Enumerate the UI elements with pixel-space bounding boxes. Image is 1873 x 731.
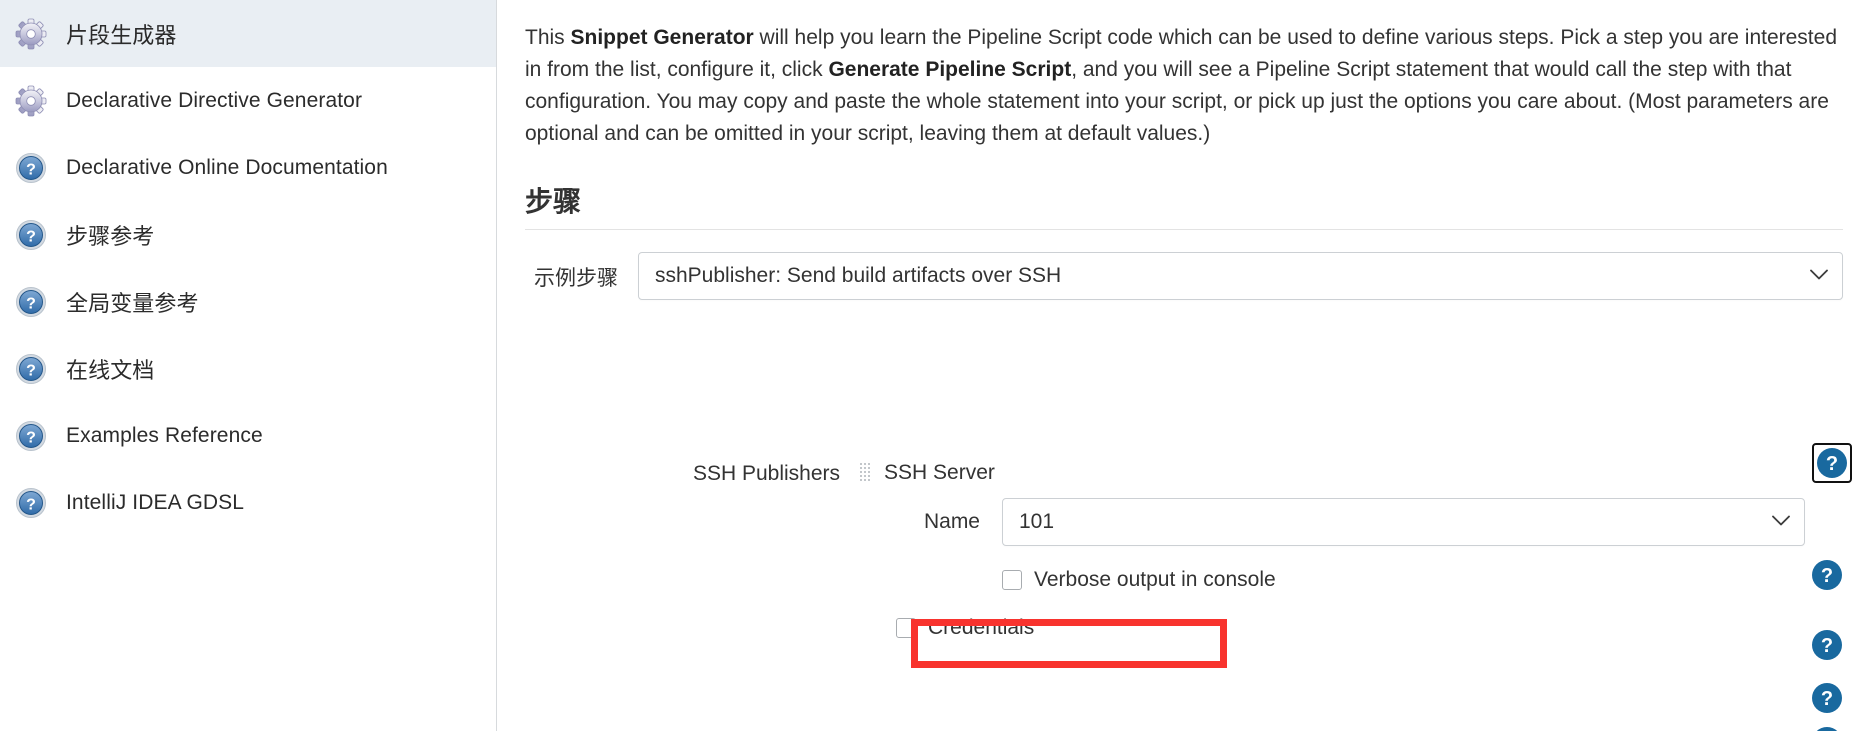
sidebar-item-snippet-generator[interactable]: 片段生成器 (0, 0, 496, 67)
ssh-server-name-label: Name (923, 509, 980, 533)
svg-text:?: ? (1826, 453, 1838, 475)
sidebar-item-label: 全局变量参考 (66, 290, 199, 316)
svg-text:?: ? (26, 496, 36, 513)
sidebar-item-intellij-idea-gdsl[interactable]: ? IntelliJ IDEA GDSL (0, 469, 496, 536)
help-icons-column: ? ? ? ? (1783, 0, 1873, 731)
sidebar-item-declarative-online-documentation[interactable]: ? Declarative Online Documentation (0, 134, 496, 201)
svg-text:?: ? (1821, 635, 1833, 657)
svg-text:?: ? (26, 429, 36, 446)
help-icon-verbose[interactable]: ? (1811, 629, 1843, 661)
sidebar-item-label: Examples Reference (66, 423, 263, 447)
help-icon: ? (14, 218, 48, 252)
svg-text:?: ? (1821, 688, 1833, 710)
svg-text:?: ? (1821, 565, 1833, 587)
credentials-row: Credentials (896, 616, 1873, 640)
verbose-output-row: Verbose output in console (1002, 568, 1873, 592)
sidebar-item-label: IntelliJ IDEA GDSL (66, 490, 245, 514)
ssh-publishers-label: SSH Publishers (692, 461, 840, 485)
sidebar-item-declarative-directive-generator[interactable]: Declarative Directive Generator (0, 67, 496, 134)
sidebar-item-examples-reference[interactable]: ? Examples Reference (0, 402, 496, 469)
intro-text-1: This (525, 26, 571, 49)
svg-text:?: ? (26, 295, 36, 312)
ssh-publishers-body: SSH Server Name 101 Verbose output in co… (860, 460, 1873, 640)
help-icon: ? (14, 486, 48, 520)
sidebar-item-label: Declarative Online Documentation (66, 155, 388, 179)
sidebar: 片段生成器 Declarative Directive Generator ? … (0, 0, 497, 731)
svg-text:?: ? (26, 362, 36, 379)
ssh-server-heading-row: SSH Server (860, 460, 1873, 486)
ssh-server-name-select-wrap: 101 (1002, 497, 1805, 546)
verbose-output-label: Verbose output in console (1034, 567, 1276, 591)
sample-step-row: 示例步骤 sshPublisher: Send build artifacts … (497, 251, 1873, 300)
ssh-server-heading: SSH Server (884, 460, 995, 484)
help-icon: ? (14, 419, 48, 453)
sidebar-item-label: Declarative Directive Generator (66, 88, 363, 112)
intro-paragraph: This Snippet Generator will help you lea… (525, 22, 1843, 150)
help-icon-name[interactable]: ? (1811, 559, 1843, 591)
credentials-checkbox[interactable] (896, 617, 916, 638)
sidebar-item-global-variable-reference[interactable]: ? 全局变量参考 (0, 268, 496, 335)
help-icon-ssh-publishers[interactable]: ? (1812, 443, 1852, 483)
gear-icon (14, 84, 48, 118)
help-icon: ? (14, 151, 48, 185)
help-icon-next[interactable]: ? (1811, 726, 1843, 731)
sidebar-item-label: 步骤参考 (66, 223, 155, 249)
help-icon: ? (14, 285, 48, 319)
sidebar-item-online-documentation[interactable]: ? 在线文档 (0, 335, 496, 402)
sample-step-select[interactable]: sshPublisher: Send build artifacts over … (638, 251, 1843, 300)
intro-bold-generate-pipeline-script: Generate Pipeline Script (828, 57, 1072, 81)
svg-text:?: ? (26, 228, 36, 245)
credentials-label: Credentials (928, 615, 1035, 639)
ssh-publishers-block: SSH Publishers SSH Server Name 101 Verbo… (497, 460, 1873, 640)
help-icon: ? (14, 352, 48, 386)
verbose-output-checkbox[interactable] (1002, 569, 1022, 590)
ssh-server-name-row: Name 101 (860, 497, 1873, 546)
sample-step-label: 示例步骤 (534, 266, 618, 290)
sidebar-item-step-reference[interactable]: ? 步骤参考 (0, 201, 496, 268)
main-content: This Snippet Generator will help you lea… (497, 0, 1873, 731)
sidebar-item-label: 在线文档 (66, 357, 155, 383)
ssh-publishers-row: SSH Publishers SSH Server Name 101 Verbo… (497, 460, 1873, 640)
svg-text:?: ? (26, 161, 36, 178)
page-root: 片段生成器 Declarative Directive Generator ? … (0, 0, 1873, 731)
ssh-server-name-select[interactable]: 101 (1002, 497, 1805, 546)
gear-icon (14, 17, 48, 51)
intro-bold-snippet-generator: Snippet Generator (570, 26, 754, 49)
help-icon-credentials[interactable]: ? (1811, 682, 1843, 714)
drag-handle-icon[interactable] (860, 462, 873, 483)
sidebar-item-label: 片段生成器 (66, 22, 177, 48)
section-title-steps: 步骤 (525, 180, 1843, 230)
sample-step-select-wrap: sshPublisher: Send build artifacts over … (638, 251, 1843, 300)
